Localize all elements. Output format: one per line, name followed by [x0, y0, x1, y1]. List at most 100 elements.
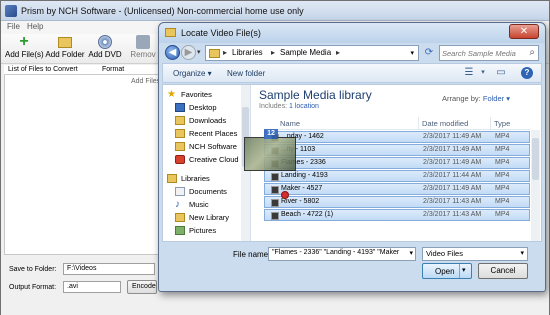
filetype-select[interactable]: Video Files ▾: [422, 247, 528, 261]
command-bar: Organize ▾ New folder ☰ ▾ ▭ ?: [162, 63, 542, 83]
file-date: 2/3/2017 11:44 AM: [423, 172, 482, 179]
no-drop-cursor-icon: [281, 191, 289, 199]
nav-label: NCH Software: [189, 142, 237, 151]
back-button[interactable]: ◀: [165, 45, 180, 60]
preview-pane-icon[interactable]: ▭: [495, 67, 507, 79]
menu-help[interactable]: Help: [27, 22, 43, 31]
column-type[interactable]: Type: [494, 119, 510, 128]
col-format[interactable]: Format: [102, 66, 124, 73]
add-folder-button[interactable]: Add Folder: [45, 34, 85, 64]
filetype-dropdown-icon[interactable]: ▾: [520, 249, 524, 257]
scrollbar-thumb[interactable]: [532, 138, 539, 180]
video-file-icon: [271, 186, 279, 194]
dialog-title-bar: Locate Video File(s) ✕: [159, 23, 545, 43]
filename-input[interactable]: "Flames - 2336" "Landing - 4193" "Maker …: [268, 247, 416, 261]
dialog-title: Locate Video File(s): [181, 28, 261, 38]
pictures-icon: [175, 226, 185, 235]
navigation-pane: ★ Favorites Desktop Downloads Recent Pla…: [163, 85, 251, 241]
app-title-bar: Prism by NCH Software - (Unlicensed) Non…: [1, 1, 549, 21]
refresh-icon[interactable]: ⟳: [422, 46, 436, 60]
remove-icon: [136, 35, 150, 49]
file-list-scrollbar[interactable]: [531, 130, 540, 241]
file-name: River - 5802: [281, 198, 320, 205]
file-type: MP4: [495, 172, 510, 179]
file-date: 2/3/2017 11:49 AM: [423, 146, 482, 153]
file-type: MP4: [495, 146, 510, 153]
folder-icon: [175, 142, 185, 151]
add-files-hint: Add Files: [131, 78, 161, 85]
remove-label: Remov: [130, 50, 156, 59]
add-dvd-button[interactable]: Add DVD: [87, 34, 123, 64]
chevron-right-icon[interactable]: ▸: [271, 48, 275, 57]
file-list[interactable]: [4, 75, 169, 255]
star-icon: ★: [167, 89, 176, 100]
breadcrumb-sample-media[interactable]: Sample Media: [280, 48, 331, 57]
documents-icon: [175, 187, 185, 196]
breadcrumb-libraries[interactable]: Libraries: [232, 48, 263, 57]
output-format-select[interactable]: .avi: [63, 281, 121, 293]
file-type: MP4: [495, 133, 510, 140]
music-icon: ♪: [175, 199, 180, 210]
library-icon: [175, 213, 185, 222]
open-label: Open: [435, 267, 455, 276]
address-bar[interactable]: ▸ Libraries ▸ Sample Media ▸ ▾: [205, 45, 419, 61]
prism-logo-icon: [5, 5, 17, 17]
file-date: 2/3/2017 11:49 AM: [423, 159, 482, 166]
chevron-right-icon[interactable]: ▸: [223, 48, 227, 57]
filename-label: File name:: [233, 250, 271, 259]
library-title: Sample Media library: [259, 88, 372, 102]
file-row[interactable]: Beach - 4722 (1) 2/3/2017 11:43 AM MP4: [264, 209, 530, 221]
close-button[interactable]: ✕: [509, 24, 539, 39]
video-file-icon: [271, 212, 279, 220]
filename-value: "Flames - 2336" "Landing - 4193" "Maker: [272, 249, 400, 256]
column-date-modified[interactable]: Date modified: [422, 119, 468, 128]
column-headers: Name Date modified Type: [264, 116, 530, 130]
downloads-icon: [175, 116, 185, 125]
filename-dropdown-icon[interactable]: ▾: [409, 249, 413, 257]
open-button[interactable]: Open ▾: [422, 263, 472, 279]
dialog-content: ★ Favorites Desktop Downloads Recent Pla…: [162, 84, 542, 242]
file-date: 2/3/2017 11:43 AM: [423, 211, 482, 218]
remove-button[interactable]: Remov: [127, 34, 159, 64]
nav-label: Favorites: [181, 90, 212, 99]
search-input[interactable]: [442, 48, 522, 59]
organize-menu[interactable]: Organize ▾: [173, 69, 212, 78]
new-folder-button[interactable]: New folder: [227, 69, 265, 78]
arrange-by-dropdown[interactable]: Folder ▾: [483, 94, 510, 103]
nav-label: Libraries: [181, 174, 210, 183]
file-date: 2/3/2017 11:49 AM: [423, 185, 482, 192]
search-box[interactable]: ⌕: [439, 45, 539, 61]
folder-icon: [58, 37, 72, 48]
address-dropdown-icon[interactable]: ▾: [410, 49, 414, 57]
forward-button[interactable]: ▶: [181, 45, 196, 60]
cancel-button[interactable]: Cancel: [478, 263, 528, 279]
save-folder-field[interactable]: F:\Videos: [63, 263, 155, 275]
open-dropdown-icon[interactable]: ▾: [462, 266, 466, 274]
includes-label: Includes:: [259, 103, 288, 110]
menu-file[interactable]: File: [7, 22, 20, 31]
folder-icon: [165, 28, 176, 37]
search-icon: ⌕: [529, 47, 535, 58]
locations-link[interactable]: 1 location: [289, 103, 319, 110]
help-icon[interactable]: ?: [521, 67, 533, 79]
recent-places-icon: [175, 129, 185, 138]
add-files-button[interactable]: + Add File(s): [5, 34, 44, 64]
encoder-options-button[interactable]: Encode: [127, 280, 157, 294]
view-dropdown-icon[interactable]: ▾: [477, 67, 489, 79]
nav-label: New Library: [189, 213, 230, 222]
recent-pages-dropdown-icon[interactable]: ▾: [197, 48, 201, 56]
arrange-by: Arrange by: Folder ▾: [442, 94, 510, 103]
filetype-value: Video Files: [426, 249, 463, 258]
file-row[interactable]: Maker - 4527 2/3/2017 11:49 AM MP4: [264, 183, 530, 195]
col-files[interactable]: List of Files to Convert: [8, 66, 78, 73]
file-type: MP4: [495, 185, 510, 192]
change-view-icon[interactable]: ☰: [463, 67, 475, 79]
file-name: Beach - 4722 (1): [281, 211, 334, 218]
library-includes: Includes: 1 location: [259, 103, 319, 110]
file-type: MP4: [495, 211, 510, 218]
column-name[interactable]: Name: [280, 119, 300, 128]
save-to-label: Save to Folder:: [9, 266, 57, 273]
file-row[interactable]: River - 5802 2/3/2017 11:43 AM MP4: [264, 196, 530, 208]
nav-label: Downloads: [189, 116, 227, 125]
chevron-right-icon[interactable]: ▸: [336, 48, 340, 57]
